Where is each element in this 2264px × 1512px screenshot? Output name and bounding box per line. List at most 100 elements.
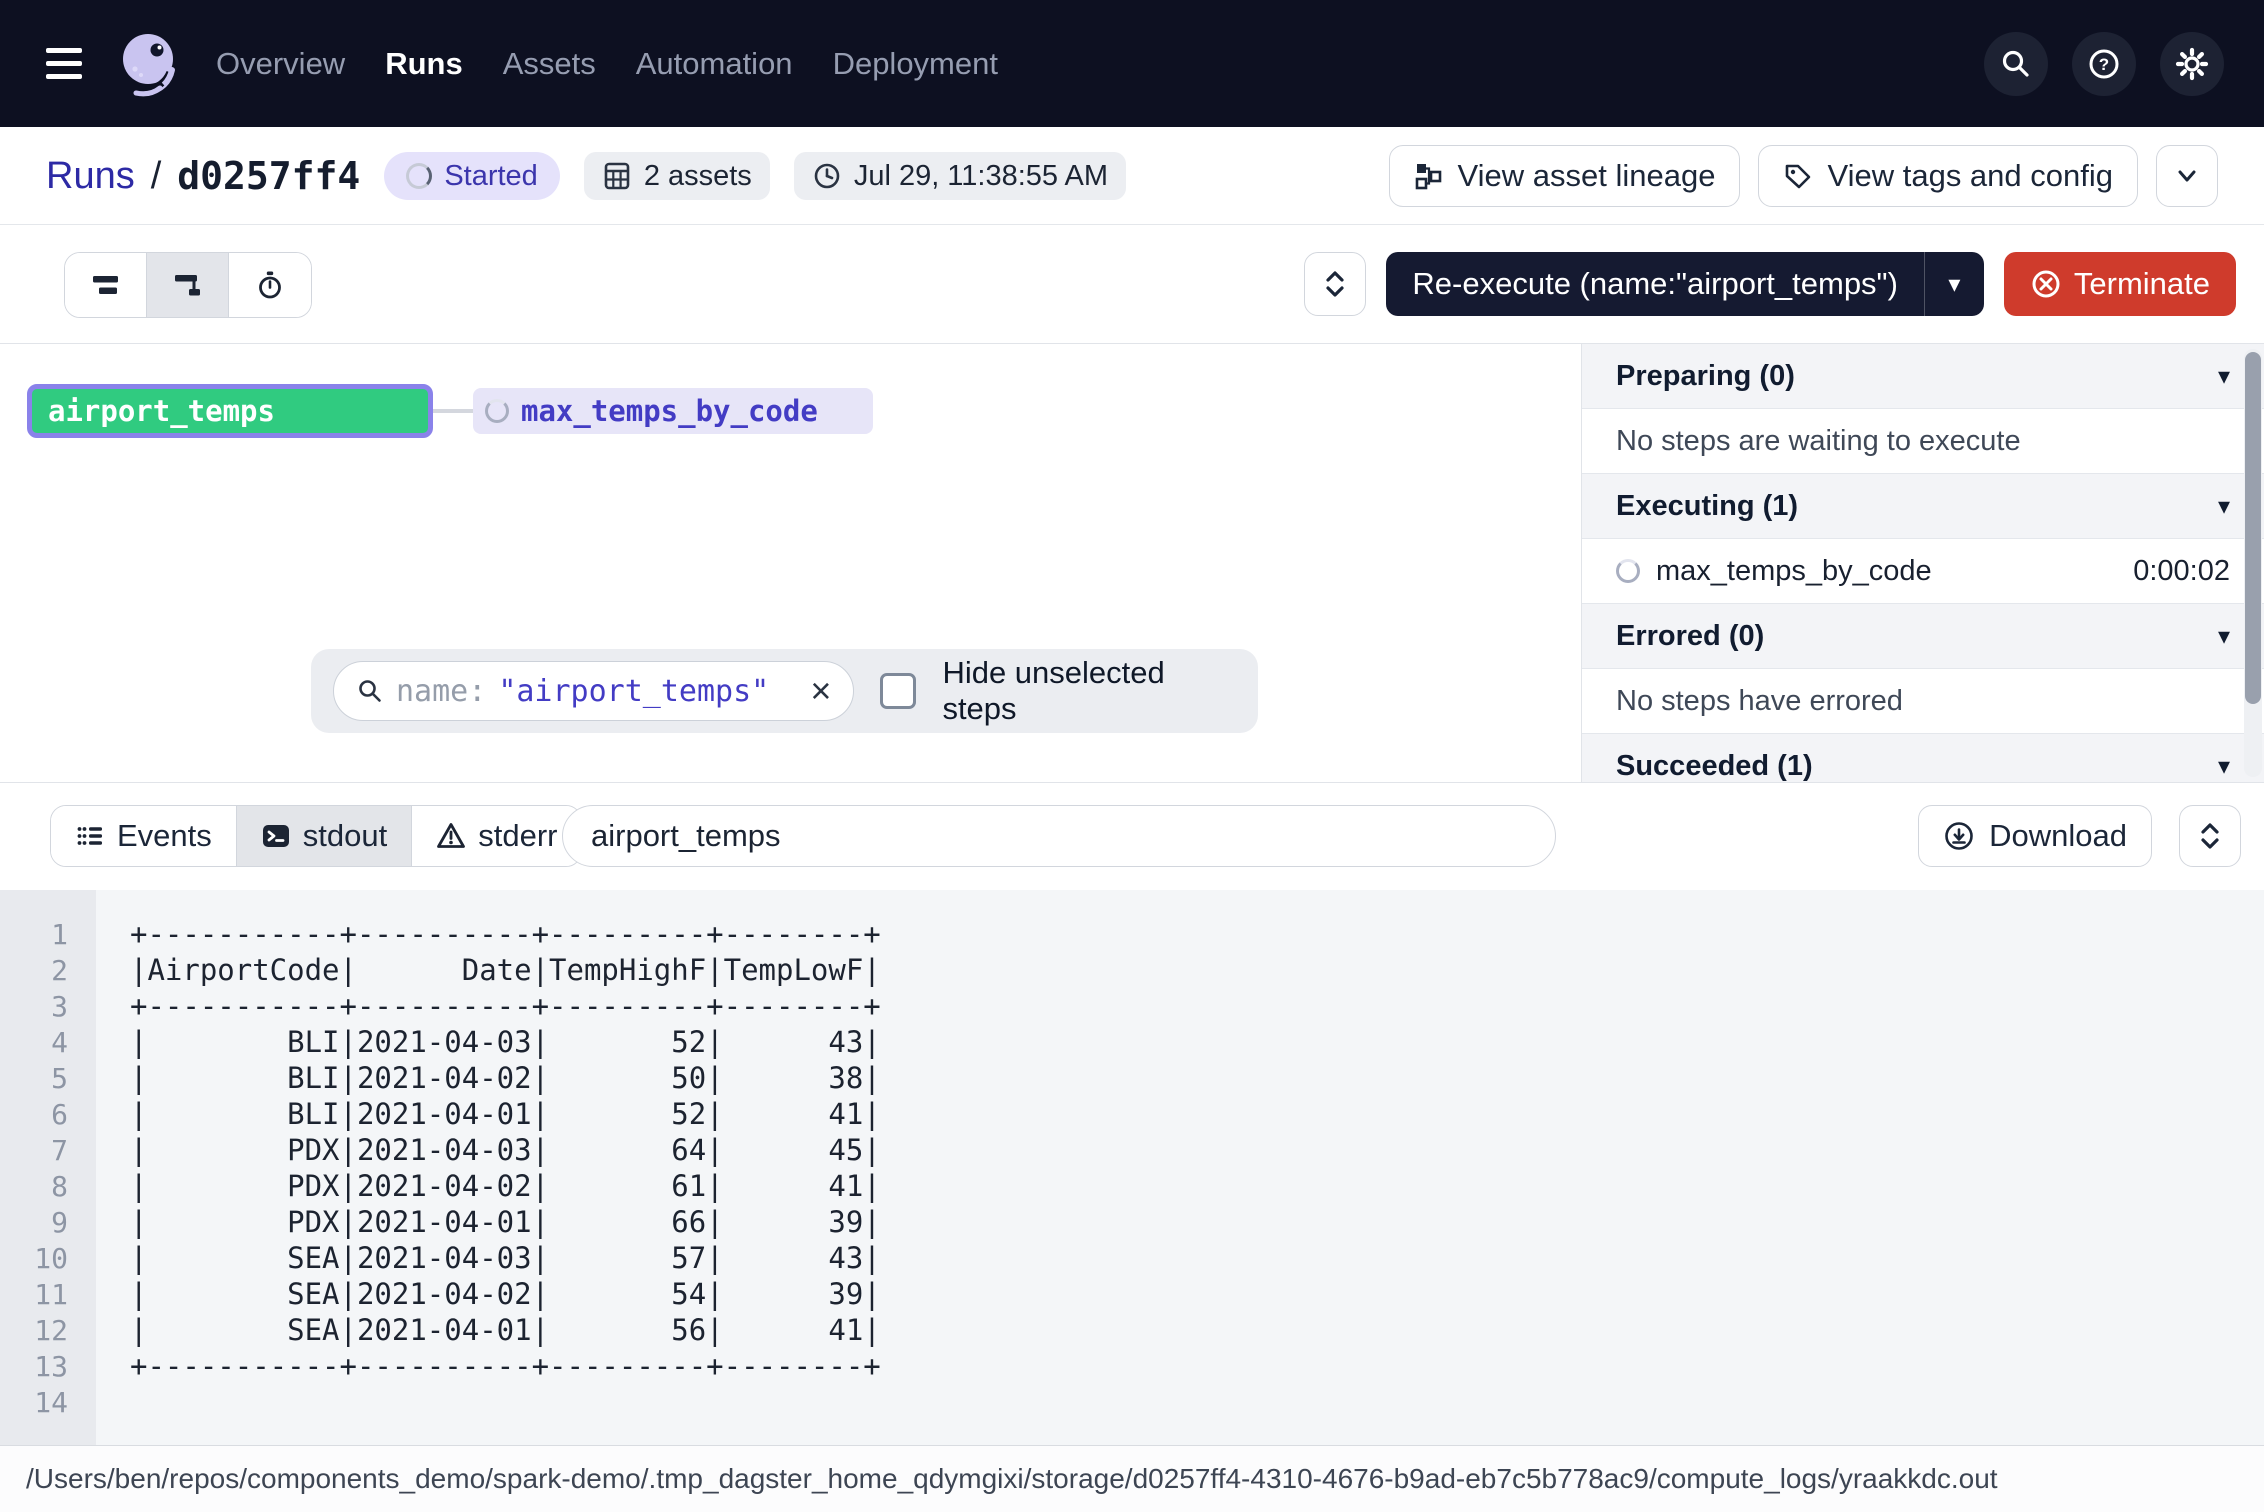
warning-icon [436,821,466,851]
steps-panel: Preparing (0) ▾ No steps are waiting to ex… [1581,344,2264,783]
chevron-down-icon: ▾ [2218,752,2230,781]
help-button[interactable]: ? [2072,32,2136,96]
nav-item-overview[interactable]: Overview [216,46,345,82]
step-filter-input[interactable]: name:"airport_temps" × [333,661,854,721]
tab-stdout[interactable]: stdout [237,806,412,866]
log-line: 5| BLI|2021-04-02| 50| 38| [0,1060,2264,1096]
timer-icon [255,270,285,300]
nav-item-automation[interactable]: Automation [636,46,793,82]
status-badge: Started [384,152,560,200]
view-mode-timer[interactable] [229,253,311,317]
events-list-icon [75,821,105,851]
log-file-selector[interactable] [562,805,1556,867]
view-asset-lineage-label: View asset lineage [1458,158,1716,194]
tab-stderr[interactable]: stderr [412,806,581,866]
breadcrumb-runs-link[interactable]: Runs [46,155,135,198]
panel-section-header[interactable]: Succeeded (1) ▾ [1582,734,2264,783]
expand-logs-button[interactable] [2179,805,2241,867]
log-line-text: +-----------+----------+---------+------… [96,917,881,951]
log-line: 8| PDX|2021-04-02| 61| 41| [0,1168,2264,1204]
panel-section-header[interactable]: Errored (0)▾ [1582,604,2264,669]
nav-item-runs[interactable]: Runs [385,46,463,82]
search-icon [1999,47,2033,81]
download-icon [1943,820,1975,852]
log-line: 11| SEA|2021-04-02| 54| 39| [0,1276,2264,1312]
log-line-text: | PDX|2021-04-03| 64| 45| [96,1133,881,1167]
chevron-down-icon: ▾ [2218,622,2230,651]
gantt-area: airport_temps max_temps_by_code name:"ai… [0,343,2264,782]
gantt-node-label: airport_temps [48,394,275,428]
panel-empty-message: No steps have errored [1582,669,2264,734]
panel-scrollbar-thumb[interactable] [2245,352,2261,704]
line-number: 3 [0,990,96,1023]
log-line: 13+-----------+----------+---------+----… [0,1348,2264,1384]
gear-icon [2175,47,2209,81]
spinner-icon [1616,559,1640,583]
expand-icon [2197,821,2223,851]
step-row[interactable]: max_temps_by_code0:00:02 [1582,539,2264,604]
view-asset-lineage-button[interactable]: View asset lineage [1389,145,1741,207]
panel-section-header[interactable]: Executing (1)▾ [1582,474,2264,539]
log-line: 7| PDX|2021-04-03| 64| 45| [0,1132,2264,1168]
gantt-node-airport-temps[interactable]: airport_temps [27,384,433,438]
help-icon: ? [2087,47,2121,81]
log-line: 1+-----------+----------+---------+-----… [0,916,2264,952]
hide-unselected-checkbox[interactable] [880,673,916,709]
view-mode-flat-gantt[interactable] [65,253,147,317]
step-name: max_temps_by_code [1656,555,1932,588]
panel-section-header[interactable]: Preparing (0) ▾ [1582,344,2264,409]
log-line: 10| SEA|2021-04-03| 57| 43| [0,1240,2264,1276]
panel-section-title: Succeeded (1) [1616,750,1813,783]
dagster-logo[interactable] [116,30,184,98]
flat-gantt-icon [91,271,121,299]
run-action-buttons: Re-execute (name:"airport_temps") ▾ Term… [1304,252,2236,316]
line-number: 12 [0,1314,96,1347]
tab-events[interactable]: Events [51,806,237,866]
caret-down-icon: ▾ [1948,270,1960,299]
nav-item-deployment[interactable]: Deployment [833,46,998,82]
assets-chip[interactable]: 2 assets [584,152,770,200]
view-mode-switcher [64,252,312,318]
view-tags-config-button[interactable]: View tags and config [1758,145,2138,207]
nav-items: Overview Runs Assets Automation Deployment [216,46,998,82]
clock-icon [812,161,842,191]
more-actions-button[interactable] [2156,145,2218,207]
log-line-text: | PDX|2021-04-02| 61| 41| [96,1169,881,1203]
view-mode-waterfall-gantt[interactable] [147,253,229,317]
gantt-node-max-temps-by-code[interactable]: max_temps_by_code [473,388,873,434]
stdout-log-viewer: 1+-----------+----------+---------+-----… [0,890,2264,1445]
tab-stderr-label: stderr [478,818,557,854]
log-line: 14 [0,1384,2264,1420]
panel-section-title: Executing (1) [1616,490,1798,523]
re-execute-dropdown[interactable]: ▾ [1924,252,1984,316]
terminate-icon [2030,268,2062,300]
log-line: 2|AirportCode| Date|TempHighF|TempLowF| [0,952,2264,988]
log-line: 3+-----------+----------+---------+-----… [0,988,2264,1024]
panel-section-title: Preparing (0) [1616,360,1795,393]
gantt-zoom-button[interactable] [1304,252,1366,316]
line-number: 10 [0,1242,96,1275]
panel-empty-message: No steps are waiting to execute [1582,409,2264,474]
log-line: 4| BLI|2021-04-03| 52| 43| [0,1024,2264,1060]
log-lines: 1+-----------+----------+---------+-----… [0,916,2264,1420]
terminate-button[interactable]: Terminate [2004,252,2236,316]
status-badge-label: Started [444,160,538,193]
download-button[interactable]: Download [1918,805,2152,867]
breadcrumb-separator: / [151,155,162,198]
menu-icon[interactable] [46,48,86,79]
spinner-icon [406,163,432,189]
settings-button[interactable] [2160,32,2224,96]
line-number: 7 [0,1134,96,1167]
nav-item-assets[interactable]: Assets [503,46,596,82]
line-number: 2 [0,954,96,987]
filter-prefix: name: [396,674,486,709]
terminate-label: Terminate [2074,266,2210,302]
chevron-down-icon: ▾ [2218,362,2230,391]
log-file-path-bar: /Users/ben/repos/components_demo/spark-d… [0,1445,2264,1512]
re-execute-button[interactable]: Re-execute (name:"airport_temps") ▾ [1386,252,1983,316]
step-filter-bar: name:"airport_temps" × Hide unselected s… [311,649,1258,733]
search-button[interactable] [1984,32,2048,96]
clear-filter-icon[interactable]: × [810,673,831,709]
line-number: 11 [0,1278,96,1311]
line-number: 8 [0,1170,96,1203]
